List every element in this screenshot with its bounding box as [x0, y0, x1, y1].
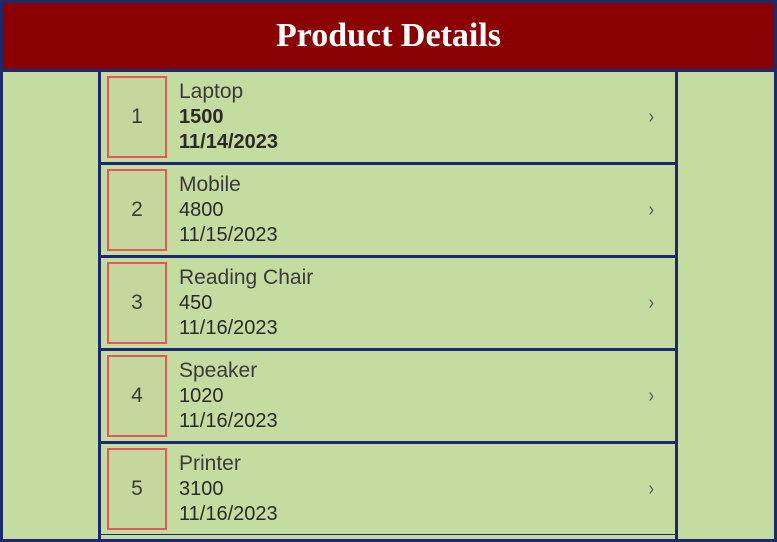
product-price: 3100	[179, 478, 621, 501]
row-number: 3	[107, 262, 167, 344]
row-info: Printer 3100 11/16/2023	[173, 444, 627, 534]
product-name: Laptop	[179, 80, 621, 104]
chevron-right-icon: ›	[648, 478, 653, 501]
product-name: Reading Chair	[179, 266, 621, 290]
row-disclosure[interactable]: ›	[627, 444, 675, 534]
row-disclosure[interactable]: ›	[627, 72, 675, 162]
row-info: Speaker 1020 11/16/2023	[173, 351, 627, 441]
row-number: 4	[107, 355, 167, 437]
list-item[interactable]: 5 Printer 3100 11/16/2023 ›	[101, 442, 675, 535]
product-name: Mobile	[179, 173, 621, 197]
row-info: Mobile 4800 11/15/2023	[173, 165, 627, 255]
list-item[interactable]: 3 Reading Chair 450 11/16/2023 ›	[101, 256, 675, 349]
row-number: 2	[107, 169, 167, 251]
row-disclosure[interactable]: ›	[627, 165, 675, 255]
chevron-right-icon: ›	[648, 385, 653, 408]
chevron-right-icon: ›	[648, 199, 653, 222]
list-item[interactable]: 4 Speaker 1020 11/16/2023 ›	[101, 349, 675, 442]
product-date: 11/16/2023	[179, 503, 621, 526]
product-name: Speaker	[179, 359, 621, 383]
product-date: 11/14/2023	[179, 131, 621, 154]
product-price: 1500	[179, 106, 621, 129]
list-item[interactable]: 2 Mobile 4800 11/15/2023 ›	[101, 163, 675, 256]
row-number: 1	[107, 76, 167, 158]
content-area: 1 Laptop 1500 11/14/2023 › 2 Mobile 4800…	[3, 72, 774, 539]
list-item[interactable]: 1 Laptop 1500 11/14/2023 ›	[101, 72, 675, 163]
row-disclosure[interactable]: ›	[627, 351, 675, 441]
chevron-right-icon: ›	[648, 292, 653, 315]
product-name: Printer	[179, 452, 621, 476]
product-date: 11/16/2023	[179, 410, 621, 433]
product-price: 1020	[179, 385, 621, 408]
product-list[interactable]: 1 Laptop 1500 11/14/2023 › 2 Mobile 4800…	[98, 72, 678, 539]
app-frame: Product Details 1 Laptop 1500 11/14/2023…	[0, 0, 777, 542]
row-number: 5	[107, 448, 167, 530]
product-price: 450	[179, 292, 621, 315]
row-disclosure[interactable]: ›	[627, 258, 675, 348]
product-date: 11/15/2023	[179, 224, 621, 247]
row-info: Laptop 1500 11/14/2023	[173, 72, 627, 162]
product-price: 4800	[179, 199, 621, 222]
page-title: Product Details	[3, 3, 774, 72]
row-info: Reading Chair 450 11/16/2023	[173, 258, 627, 348]
product-date: 11/16/2023	[179, 317, 621, 340]
chevron-right-icon: ›	[648, 106, 653, 129]
